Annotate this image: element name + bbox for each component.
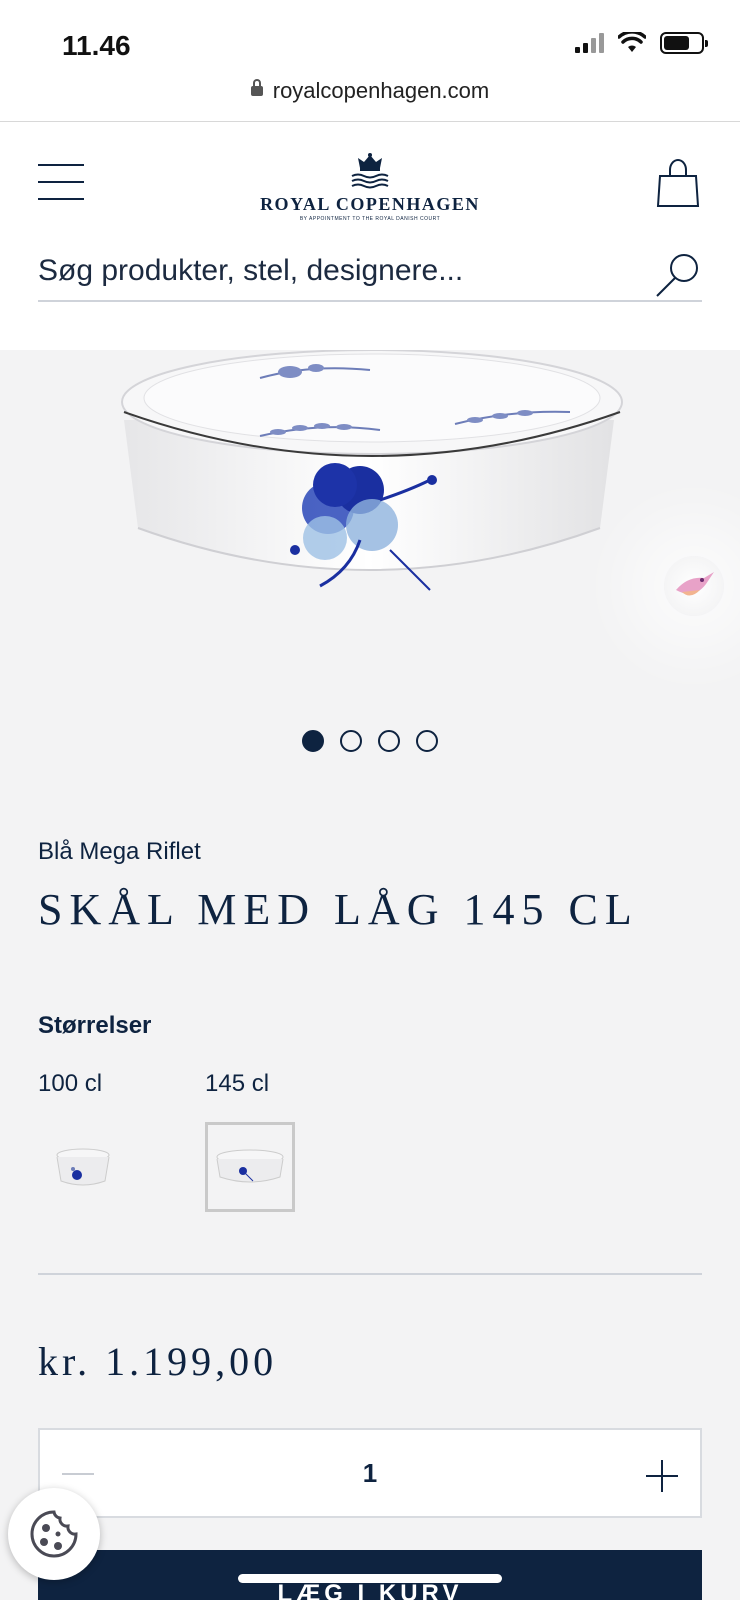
hummingbird-icon[interactable] xyxy=(664,556,724,616)
brand-tagline: BY APPOINTMENT TO THE ROYAL DANISH COURT xyxy=(299,216,441,222)
crown-logo-icon xyxy=(351,153,389,189)
lock-icon xyxy=(250,79,263,96)
menu-icon[interactable] xyxy=(38,164,84,200)
url-text: royalcopenhagen.com xyxy=(272,78,490,103)
cookie-settings-button[interactable] xyxy=(8,1488,100,1580)
search-input[interactable] xyxy=(38,250,638,288)
product-thumbnail xyxy=(56,1148,110,1186)
cookie-icon xyxy=(30,1510,78,1558)
address-bar[interactable]: royalcopenhagen.com xyxy=(0,78,740,104)
divider xyxy=(38,1273,702,1275)
product-title: SKÅL MED LÅG 145 CL xyxy=(38,885,639,934)
brand-logo[interactable]: ROYAL COPENHAGEN BY APPOINTMENT TO THE R… xyxy=(260,152,480,222)
search-icon[interactable] xyxy=(654,252,702,300)
cellular-signal-icon xyxy=(575,33,604,53)
product-price: kr. 1.199,00 xyxy=(38,1339,278,1384)
size-option-label: 100 cl xyxy=(38,1070,103,1097)
pagination-dot[interactable] xyxy=(340,730,362,752)
increase-quantity-button[interactable] xyxy=(646,1460,678,1492)
size-option-100cl[interactable] xyxy=(38,1122,128,1212)
product-thumbnail xyxy=(216,1149,284,1183)
status-bar: 11.46 royalcopenhagen.com xyxy=(0,0,740,122)
status-icons xyxy=(575,32,708,54)
clock: 11.46 xyxy=(62,30,131,61)
gallery-pagination xyxy=(0,730,740,752)
shopping-bag-icon[interactable] xyxy=(656,158,700,208)
sizes-label: Størrelser xyxy=(38,1012,152,1039)
battery-icon xyxy=(660,32,708,54)
size-option-label: 145 cl xyxy=(205,1070,270,1097)
quantity-stepper: 1 xyxy=(38,1428,702,1518)
quantity-value[interactable]: 1 xyxy=(40,1458,700,1489)
site-header: ROYAL COPENHAGEN BY APPOINTMENT TO THE R… xyxy=(0,122,740,350)
product-gallery[interactable] xyxy=(0,350,740,790)
product-collection-link[interactable]: Blå Mega Riflet xyxy=(38,838,201,866)
pagination-dot[interactable] xyxy=(378,730,400,752)
pagination-dot[interactable] xyxy=(302,730,324,752)
wifi-icon xyxy=(618,32,646,52)
pagination-dot[interactable] xyxy=(416,730,438,752)
size-option-145cl[interactable] xyxy=(205,1122,295,1212)
brand-name: ROYAL COPENHAGEN xyxy=(260,194,480,214)
product-image xyxy=(121,350,623,591)
home-indicator xyxy=(238,1574,502,1583)
search-bar xyxy=(38,250,702,302)
